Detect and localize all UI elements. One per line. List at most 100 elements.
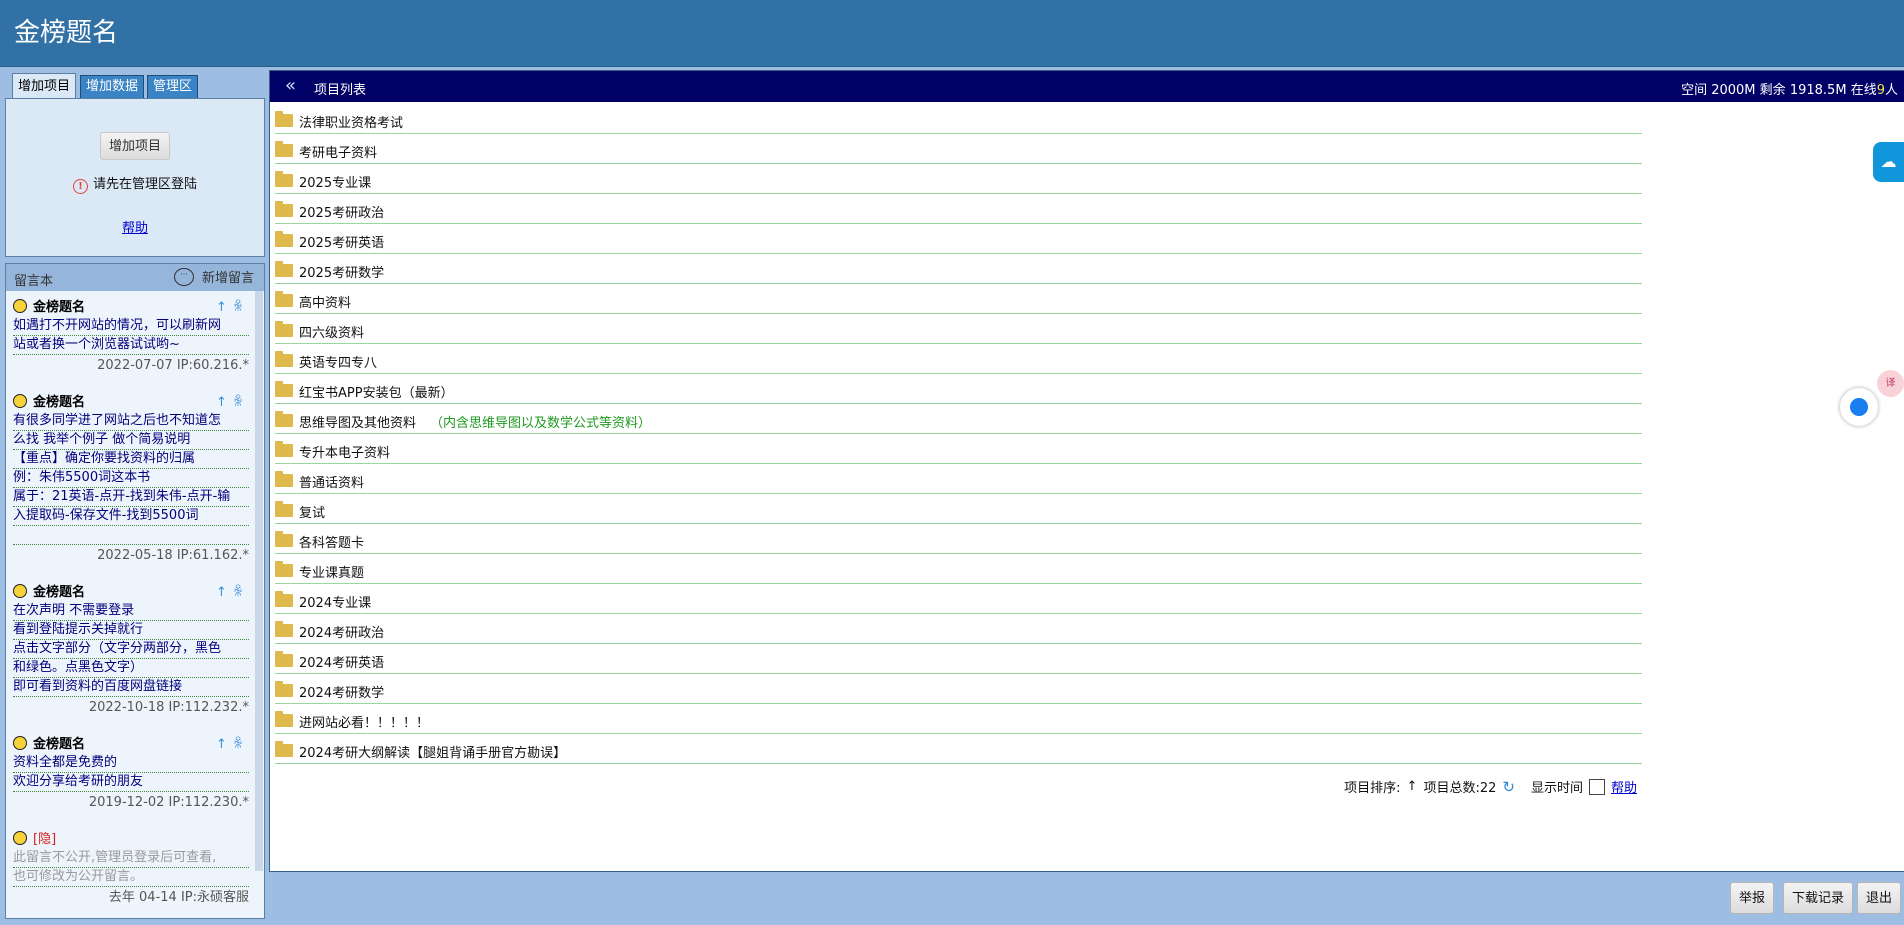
new-message-button[interactable]: ··· 新增留言: [173, 267, 254, 286]
entry-author: 金榜题名: [33, 300, 86, 315]
project-name[interactable]: 2025考研政治: [299, 202, 384, 221]
folder-icon: [275, 201, 293, 217]
project-name[interactable]: 英语专四专八: [299, 352, 377, 371]
smiley-icon: [13, 394, 27, 408]
project-name[interactable]: 复试: [299, 502, 325, 521]
project-name[interactable]: 思维导图及其他资料: [299, 416, 416, 431]
add-project-button[interactable]: 增加项目: [100, 132, 170, 160]
project-name[interactable]: 2024考研政治: [299, 622, 384, 641]
reply-up-icon[interactable]: ↑: [216, 395, 233, 410]
online-count: 9: [1876, 83, 1885, 98]
entry-meta: 2022-07-07 IP:60.216.*: [97, 358, 249, 373]
project-row[interactable]: 2024专业课: [275, 584, 1642, 614]
cloud-widget-icon[interactable]: ☁: [1873, 142, 1904, 182]
project-note[interactable]: （内含思维导图以及数学公式等资料）: [430, 416, 651, 431]
double-chevron-left-icon[interactable]: «: [285, 75, 296, 96]
user-icon[interactable]: ꆜ: [233, 585, 249, 600]
project-list-panel: « 项目列表 空间 2000M 剩余 1918.5M 在线9人 法律职业资格考试…: [269, 70, 1904, 872]
project-name[interactable]: 2025考研数学: [299, 262, 384, 281]
project-row[interactable]: 专升本电子资料: [275, 434, 1642, 464]
login-warning: ! 请先在管理区登陆: [6, 173, 264, 194]
folder-icon: [275, 111, 293, 127]
project-name[interactable]: 2024专业课: [299, 592, 371, 611]
project-row[interactable]: 2025考研英语: [275, 224, 1642, 254]
exit-button[interactable]: 退出: [1857, 882, 1902, 914]
project-name[interactable]: 高中资料: [299, 292, 351, 311]
project-row[interactable]: 法律职业资格考试: [275, 104, 1642, 134]
entry-line: 和绿色。点黑色文字）: [13, 659, 249, 678]
project-name[interactable]: 2025专业课: [299, 172, 371, 191]
tab-add-project[interactable]: 增加项目: [12, 73, 77, 99]
smiley-icon: [13, 736, 27, 750]
help-link[interactable]: 帮助: [6, 217, 264, 236]
project-row[interactable]: 考研电子资料: [275, 134, 1642, 164]
tab-admin[interactable]: 管理区: [147, 75, 199, 98]
entry-author: 金榜题名: [33, 585, 86, 600]
project-row[interactable]: 专业课真题: [275, 554, 1642, 584]
reply-up-icon[interactable]: ↑: [216, 737, 233, 752]
sort-arrow-icon[interactable]: ↑: [1407, 779, 1418, 794]
project-list-header: « 项目列表 空间 2000M 剩余 1918.5M 在线9人: [270, 71, 1904, 102]
project-row[interactable]: 2025考研数学: [275, 254, 1642, 284]
user-icon[interactable]: ꆜ: [233, 300, 249, 315]
guestbook-entry: 金榜题名 ↑ꆜ 在次声明 不需要登录 看到登陆提示关掉就行 点击文字部分（文字分…: [13, 584, 249, 719]
project-name[interactable]: 法律职业资格考试: [299, 112, 403, 131]
project-row[interactable]: 2024考研数学: [275, 674, 1642, 704]
new-message-label: 新增留言: [201, 271, 254, 286]
smiley-icon: [13, 584, 27, 598]
user-icon[interactable]: ꆜ: [233, 737, 249, 752]
project-row[interactable]: 普通话资料: [275, 464, 1642, 494]
project-row[interactable]: 高中资料: [275, 284, 1642, 314]
refresh-icon[interactable]: ↻: [1502, 778, 1515, 796]
entry-line: [13, 526, 249, 545]
project-name[interactable]: 专业课真题: [299, 562, 364, 581]
project-row[interactable]: 复试: [275, 494, 1642, 524]
project-name[interactable]: 2024考研数学: [299, 682, 384, 701]
project-row[interactable]: 红宝书APP安装包（最新）: [275, 374, 1642, 404]
project-name[interactable]: 各科答题卡: [299, 532, 364, 551]
site-header: 金榜题名: [0, 0, 1904, 67]
download-log-button[interactable]: 下载记录: [1783, 882, 1854, 914]
project-name[interactable]: 2024考研大纲解读【腿姐背诵手册官方勘误】: [299, 742, 566, 761]
entry-meta: 2022-05-18 IP:61.162.*: [97, 548, 249, 563]
project-row[interactable]: 英语专四专八: [275, 344, 1642, 374]
guestbook-scrollbar[interactable]: [255, 291, 263, 871]
project-name[interactable]: 普通话资料: [299, 472, 364, 491]
project-name[interactable]: 专升本电子资料: [299, 442, 390, 461]
entry-line: 也可修改为公开留言。: [13, 868, 249, 887]
entry-meta: 去年 04-14 IP:永硕客服: [108, 890, 249, 905]
project-row[interactable]: 进网站必看！！！！！: [275, 704, 1642, 734]
folder-icon: [275, 171, 293, 187]
folder-icon: [275, 621, 293, 637]
project-row[interactable]: 2025考研政治: [275, 194, 1642, 224]
folder-icon: [275, 711, 293, 727]
reply-up-icon[interactable]: ↑: [216, 300, 233, 315]
user-icon[interactable]: ꆜ: [233, 395, 249, 410]
translate-widget-icon[interactable]: 译: [1877, 370, 1904, 397]
total-count: 项目总数:22: [1423, 781, 1497, 796]
project-row[interactable]: 四六级资料: [275, 314, 1642, 344]
chat-widget-icon[interactable]: [1840, 388, 1878, 426]
project-row[interactable]: 2024考研英语: [275, 644, 1642, 674]
project-row[interactable]: 2024考研大纲解读【腿姐背诵手册官方勘误】: [275, 734, 1642, 764]
project-row[interactable]: 2024考研政治: [275, 614, 1642, 644]
project-row[interactable]: 各科答题卡: [275, 524, 1642, 554]
left-tabs: 增加项目 增加数据 管理区: [5, 73, 265, 99]
project-name[interactable]: 进网站必看！！！！！: [299, 712, 429, 731]
tab-add-data[interactable]: 增加数据: [80, 75, 145, 98]
project-name[interactable]: 考研电子资料: [299, 142, 377, 161]
entry-meta: 2022-10-18 IP:112.232.*: [88, 700, 249, 715]
project-row[interactable]: 2025专业课: [275, 164, 1642, 194]
project-name[interactable]: 2025考研英语: [299, 232, 384, 251]
show-time-checkbox[interactable]: [1588, 778, 1605, 795]
project-name[interactable]: 四六级资料: [299, 322, 364, 341]
project-row[interactable]: 思维导图及其他资料 （内含思维导图以及数学公式等资料）: [275, 404, 1642, 434]
footer-help-link[interactable]: 帮助: [1611, 777, 1637, 796]
report-button[interactable]: 举报: [1730, 882, 1775, 914]
entry-author: 金榜题名: [33, 737, 86, 752]
project-list-title: 项目列表: [314, 83, 367, 98]
project-name[interactable]: 2024考研英语: [299, 652, 384, 671]
project-name[interactable]: 红宝书APP安装包（最新）: [299, 382, 454, 401]
entry-line: 例：朱伟5500词这本书: [13, 469, 249, 488]
reply-up-icon[interactable]: ↑: [216, 585, 233, 600]
